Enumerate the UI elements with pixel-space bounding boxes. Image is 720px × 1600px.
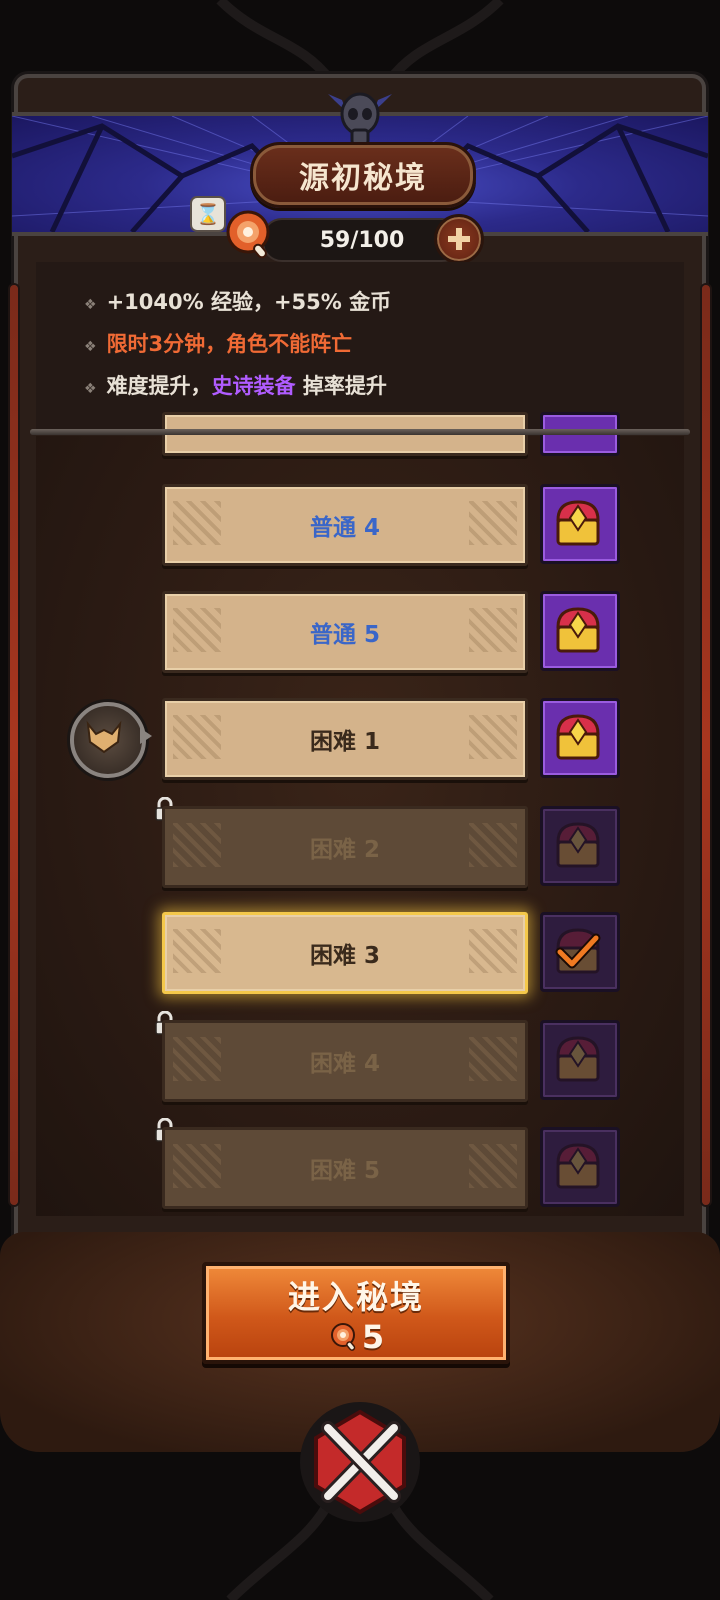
section-divider-overlay	[30, 429, 690, 435]
reward-chest-hard-2	[540, 806, 620, 886]
close-button[interactable]	[298, 1400, 422, 1524]
plate-ornament	[173, 1037, 221, 1081]
level-label: 普通 5	[309, 622, 380, 648]
add-stamina-button[interactable]	[434, 214, 484, 264]
left-frame-bar	[10, 285, 18, 1205]
reward-bonus-line: ❖ +1040% 经验，+55% 金币	[84, 290, 392, 314]
dungeon-title: 源初秘境	[250, 142, 476, 208]
reward-chest-hard-3	[540, 912, 620, 992]
chest-icon	[556, 714, 600, 760]
epic-gear-highlight: 史诗装备	[211, 374, 296, 398]
chest-icon	[555, 928, 601, 974]
hourglass-icon[interactable]: ⌛	[190, 196, 226, 232]
enter-dungeon-button[interactable]: 进入秘境 5	[202, 1262, 510, 1364]
level-row-hard-2[interactable]: 困难 2	[162, 806, 528, 888]
entry-cost-value: 5	[361, 1318, 385, 1356]
plate-ornament	[469, 715, 517, 759]
plate-ornament	[173, 823, 221, 867]
plate-ornament	[173, 501, 221, 545]
right-frame-bar	[702, 285, 710, 1205]
plate-ornament	[173, 929, 221, 973]
chest-icon	[556, 1036, 600, 1082]
level-label: 困难 4	[309, 1051, 380, 1077]
stamina-value: 59/100	[319, 227, 405, 253]
plate-ornament	[469, 608, 517, 652]
level-label: 困难 3	[309, 943, 380, 969]
plate-ornament	[469, 1144, 517, 1188]
chest-icon	[556, 1143, 600, 1189]
level-label: 困难 1	[309, 729, 380, 755]
level-row-normal-4[interactable]: 普通 4	[162, 484, 528, 566]
plate-ornament	[469, 501, 517, 545]
bullet-icon: ❖	[84, 297, 97, 313]
level-label: 困难 5	[309, 1158, 380, 1184]
chest-icon	[556, 607, 600, 653]
bullet-icon: ❖	[84, 381, 97, 397]
chest-icon	[556, 822, 600, 868]
bullet-icon: ❖	[84, 339, 97, 355]
reward-chest-normal-5[interactable]	[540, 591, 620, 671]
level-row-normal-5[interactable]: 普通 5	[162, 591, 528, 673]
level-label: 普通 4	[309, 515, 380, 541]
avatar-pointer	[140, 728, 152, 744]
entry-cost: 5	[206, 1318, 506, 1356]
drop-rate-line: ❖ 难度提升，史诗装备 掉率提升	[84, 374, 387, 398]
player-avatar	[70, 702, 146, 778]
plate-ornament	[469, 1037, 517, 1081]
level-row-hard-3[interactable]: 困难 3	[162, 912, 528, 994]
plate-ornament	[173, 715, 221, 759]
plate-ornament	[173, 608, 221, 652]
level-row-hard-4[interactable]: 困难 4	[162, 1020, 528, 1102]
time-limit-line: ❖ 限时3分钟，角色不能阵亡	[84, 332, 353, 356]
level-row-hard-5[interactable]: 困难 5	[162, 1127, 528, 1209]
chest-icon	[556, 500, 600, 546]
enter-button-label: 进入秘境	[287, 1278, 424, 1316]
reward-chest-hard-4	[540, 1020, 620, 1100]
meat-icon	[226, 210, 270, 259]
reward-chest-hard-1[interactable]	[540, 698, 620, 778]
reward-chest-normal-4[interactable]	[540, 484, 620, 564]
level-label: 困难 2	[309, 837, 380, 863]
plate-ornament	[469, 823, 517, 867]
plate-ornament	[469, 929, 517, 973]
reward-chest-hard-5	[540, 1127, 620, 1207]
level-row-hard-1[interactable]: 困难 1	[162, 698, 528, 780]
plate-ornament	[173, 1144, 221, 1188]
plus-icon	[448, 228, 470, 250]
wolf-icon	[86, 720, 122, 754]
meat-icon	[330, 1323, 356, 1351]
stamina-counter: 59/100	[262, 218, 462, 262]
